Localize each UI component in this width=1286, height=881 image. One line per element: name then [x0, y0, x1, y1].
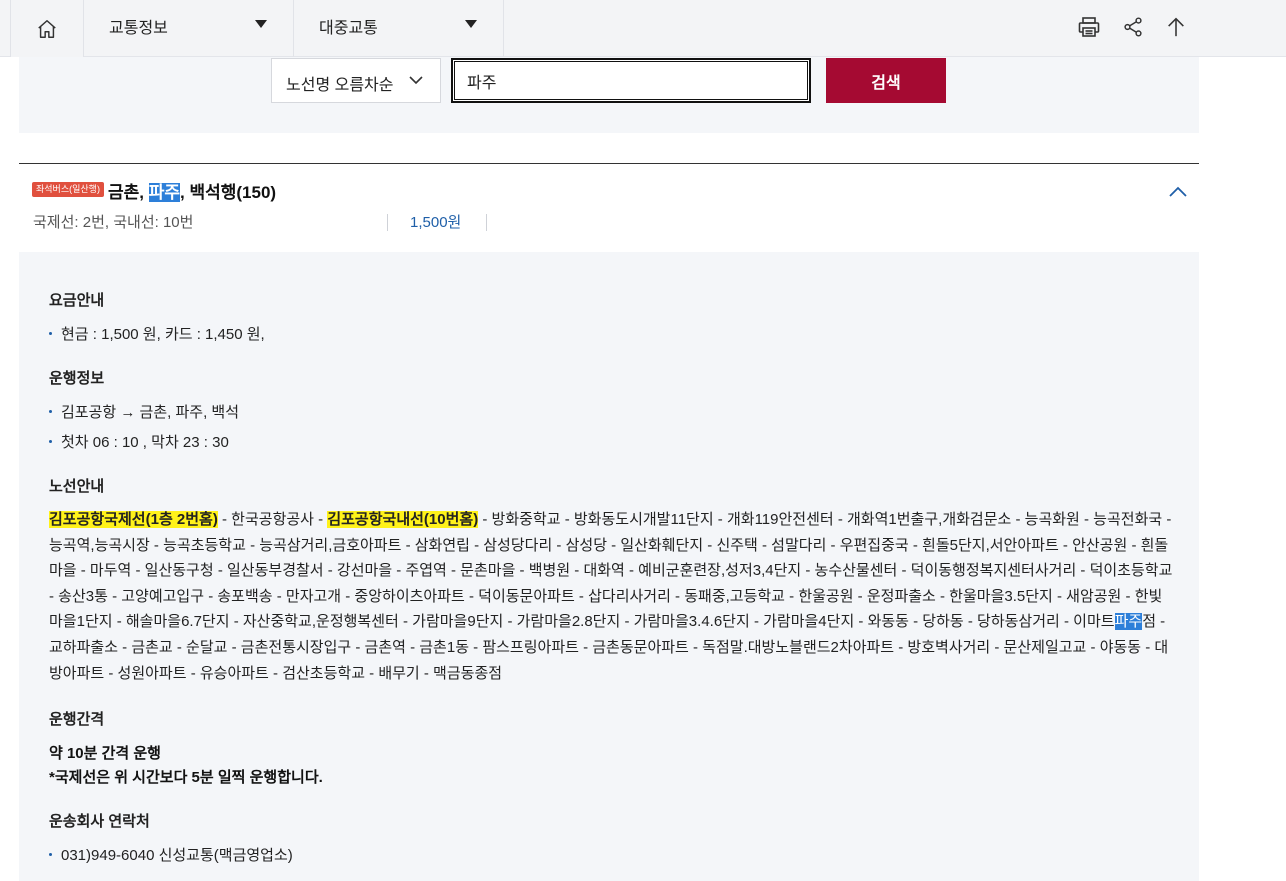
home-button[interactable] [10, 0, 84, 57]
bus-type-badge: 좌석버스(일산행) [32, 182, 104, 197]
interval-section-title: 운행간격 [49, 711, 105, 728]
result-divider [19, 163, 1199, 164]
traffic-info-dropdown[interactable]: 교통정보 [84, 0, 294, 57]
stop-text: - 한국공항공사 - [217, 511, 328, 528]
search-button[interactable]: 검색 [826, 58, 946, 103]
caret-down-icon [255, 20, 267, 28]
route-title-highlight: 파주 [148, 183, 181, 202]
highlighted-stop: 김포공항국내선(10번홈) [327, 511, 479, 528]
separator [486, 214, 487, 231]
list-item: 031)949-6040 신성교통(맥금영업소) [49, 844, 293, 865]
arrow-up-icon [1168, 17, 1184, 37]
sort-order-label: 노선명 오름차순 [286, 77, 394, 94]
separator [387, 214, 388, 231]
fare-section-title: 요금안내 [49, 292, 105, 309]
search-match-highlight: 파주 [1114, 613, 1143, 631]
operation-hours-text: 첫차 06 : 10 , 막차 23 : 30 [61, 434, 229, 451]
route-platform-info: 국제선: 2번, 국내선: 10번 [33, 214, 194, 231]
stop-list: 김포공항국제선(1층 2번홈) - 한국공항공사 - 김포공항국내선(10번홈)… [49, 507, 1175, 686]
printer-icon [1078, 17, 1100, 37]
fare-text: 현금 : 1,500 원, 카드 : 1,450 원, [61, 326, 265, 343]
route-title[interactable]: 금촌, 파주, 백석행(150) [108, 178, 276, 203]
public-transport-dropdown[interactable]: 대중교통 [294, 0, 504, 57]
public-transport-label: 대중교통 [319, 20, 378, 37]
list-item: 현금 : 1,500 원, 카드 : 1,450 원, [49, 323, 265, 344]
stop-text: - 방화중학교 - 방화동도시개발11단지 - 개화119안전센터 - 개화역1… [49, 511, 1173, 631]
sort-order-select[interactable]: 노선명 오름차순 [271, 58, 441, 103]
scroll-top-button[interactable] [1161, 12, 1191, 42]
top-navigation-bar: 교통정보 대중교통 [0, 0, 1286, 57]
route-title-part: , 백석행(150) [180, 183, 277, 202]
operation-section-title: 운행정보 [49, 370, 105, 387]
highlighted-stop: 김포공항국제선(1층 2번홈) [49, 511, 218, 528]
interval-note: *국제선은 위 시간보다 5분 일찍 운행합니다. [49, 769, 323, 786]
contact-text: 031)949-6040 신성교통(맥금영업소) [61, 847, 293, 864]
interval-text: 약 10분 간격 운행 [49, 745, 161, 762]
contact-section-title: 운송회사 연락처 [49, 813, 150, 830]
home-icon [38, 19, 56, 38]
list-item: 첫차 06 : 10 , 막차 23 : 30 [49, 431, 229, 452]
route-guide-title: 노선안내 [49, 478, 105, 495]
list-item: 김포공항 → 금촌, 파주, 백석 [49, 401, 239, 422]
route-search-input[interactable] [451, 58, 811, 103]
traffic-info-label: 교통정보 [109, 20, 168, 37]
caret-down-icon [465, 20, 477, 28]
print-button[interactable] [1074, 12, 1104, 42]
share-button[interactable] [1118, 12, 1148, 42]
chevron-down-icon [409, 76, 423, 85]
share-icon [1124, 17, 1142, 37]
collapse-chevron-up-icon[interactable] [1168, 182, 1188, 202]
route-title-part: 금촌, [108, 183, 149, 202]
route-fare: 1,500원 [410, 214, 462, 231]
operation-route-text: 김포공항 → 금촌, 파주, 백석 [61, 404, 240, 421]
